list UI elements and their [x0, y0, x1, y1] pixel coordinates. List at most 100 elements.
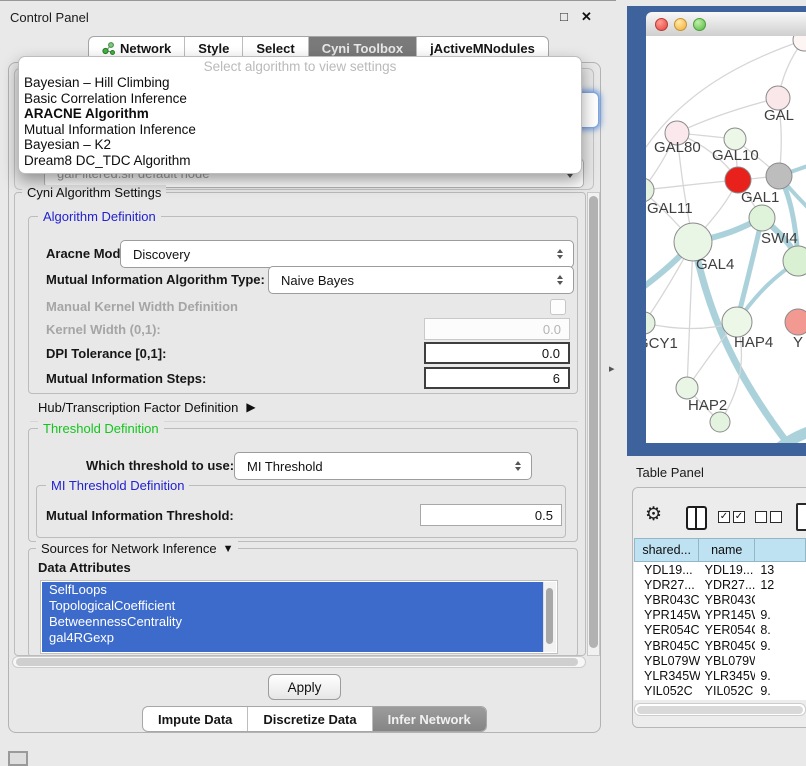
- node-label: GAL10: [712, 147, 759, 164]
- network-canvas[interactable]: GALGAL80GAL10GAL1GAL11GAL4SWI4GCY1HAP4YH…: [646, 36, 806, 443]
- table-row[interactable]: YIL052CYIL052C9.: [634, 684, 806, 699]
- network-node-y[interactable]: [785, 309, 806, 335]
- column-header[interactable]: name: [699, 538, 755, 562]
- network-window-titlebar[interactable]: [646, 12, 806, 37]
- table-row[interactable]: YDR27...YDR27...12: [634, 577, 806, 592]
- table-cell: YBR045C: [700, 639, 756, 653]
- column-header[interactable]: [755, 538, 806, 562]
- node-label: GAL11: [647, 200, 693, 217]
- attribute-item-topologicalcoefficient[interactable]: TopologicalCoefficient: [42, 598, 545, 614]
- network-node[interactable]: [793, 36, 806, 51]
- panel-collapse-icon[interactable]: ▸: [609, 362, 615, 375]
- algorithm-option-bayesian-hill-climbing[interactable]: Bayesian – Hill Climbing: [19, 75, 581, 91]
- scrollbar-thumb[interactable]: [16, 658, 578, 666]
- algorithm-option-basic-correlation-inference[interactable]: Basic Correlation Inference: [19, 91, 581, 107]
- table-horizontal-scrollbar[interactable]: [634, 703, 806, 716]
- zoom-traffic-light[interactable]: [693, 18, 706, 31]
- network-node-hap2[interactable]: [676, 377, 698, 399]
- table-row[interactable]: YBR045CYBR045C9.: [634, 638, 806, 653]
- unchecked-checkbox-icon[interactable]: [755, 511, 767, 523]
- manual-kernel-width-label: Manual Kernel Width Definition: [46, 297, 238, 315]
- network-node[interactable]: [710, 412, 730, 432]
- tab-discretize-data[interactable]: Discretize Data: [247, 707, 371, 731]
- hub-transcription-factor-section[interactable]: Hub/Transcription Factor Definition ▶: [38, 398, 256, 416]
- kernel-width-field[interactable]: 0.0: [424, 318, 570, 340]
- minimized-panel-icon[interactable]: [8, 751, 28, 766]
- table-cell: YBL079W: [634, 654, 700, 668]
- table-cell: YLR345W: [700, 669, 756, 683]
- close-icon[interactable]: ✕: [581, 9, 592, 25]
- mi-steps-label: Mutual Information Steps:: [46, 367, 206, 389]
- checked-checkbox-icon[interactable]: ✓: [733, 511, 745, 523]
- document-icon[interactable]: [796, 503, 806, 531]
- attribute-item-betweennesscentrality[interactable]: BetweennessCentrality: [42, 614, 545, 630]
- which-threshold-select[interactable]: MI Threshold: [234, 452, 532, 480]
- algorithm-option-dream8-dc-tdc-algorithm[interactable]: Dream8 DC_TDC Algorithm: [19, 153, 581, 169]
- table-cell: 9.: [755, 669, 806, 683]
- column-layout-icon[interactable]: [686, 506, 707, 530]
- network-node[interactable]: [766, 163, 792, 189]
- expand-right-icon[interactable]: ▶: [246, 400, 255, 414]
- mi-steps-field[interactable]: 6: [424, 367, 570, 389]
- kernel-width-label: Kernel Width (0,1):: [46, 318, 161, 340]
- checked-checkbox-icon[interactable]: ✓: [718, 511, 730, 523]
- tab-impute-data[interactable]: Impute Data: [143, 707, 247, 731]
- table-row[interactable]: YER054CYER054C8.: [634, 623, 806, 638]
- algorithm-option-mutual-information-inference[interactable]: Mutual Information Inference: [19, 122, 581, 138]
- network-node-gal1[interactable]: [749, 205, 775, 231]
- table-header-row: shared... name: [634, 538, 806, 562]
- attribute-item-selfloops[interactable]: SelfLoops: [42, 582, 545, 598]
- settings-horizontal-scrollbar[interactable]: [12, 656, 586, 668]
- network-graph: GALGAL80GAL10GAL1GAL11GAL4SWI4GCY1HAP4YH…: [646, 36, 806, 443]
- scrollbar-thumb[interactable]: [637, 706, 803, 714]
- dropdown-placeholder: Select algorithm to view settings: [19, 59, 581, 75]
- node-attribute-table[interactable]: shared... name YDL19...YDL19...13YDR27..…: [634, 538, 806, 700]
- scrollbar-thumb[interactable]: [589, 196, 598, 648]
- stepper-icon: [552, 275, 568, 285]
- column-header[interactable]: shared...: [634, 538, 699, 562]
- mi-threshold-field[interactable]: 0.5: [420, 504, 562, 526]
- gear-icon[interactable]: ⚙: [645, 503, 662, 526]
- table-cell: YIL052C: [700, 684, 756, 698]
- panel-title: Control Panel: [10, 10, 89, 25]
- aracne-mode-select[interactable]: Discovery: [120, 240, 574, 268]
- table-row[interactable]: YLR345WYLR345W9.: [634, 668, 806, 683]
- table-cell: YDR27...: [634, 578, 700, 592]
- algorithm-option-bayesian-k2[interactable]: Bayesian – K2: [19, 137, 581, 153]
- unchecked-checkbox-icon[interactable]: [770, 511, 782, 523]
- table-cell: YPR145W: [700, 608, 756, 622]
- table-row[interactable]: YDL19...YDL19...13: [634, 562, 806, 577]
- network-node-gal11[interactable]: [646, 178, 654, 202]
- stepper-icon: [510, 461, 526, 471]
- mi-algorithm-type-select[interactable]: Naive Bayes: [268, 266, 574, 294]
- scrollbar-thumb[interactable]: [546, 588, 553, 644]
- table-row[interactable]: YBR043CYBR043C: [634, 592, 806, 607]
- collapse-down-icon[interactable]: ▼: [223, 543, 234, 555]
- mi-threshold-label: Mutual Information Threshold:: [46, 504, 234, 526]
- settings-vertical-scrollbar[interactable]: [587, 192, 600, 656]
- network-node-gcy1[interactable]: [646, 312, 655, 334]
- close-traffic-light[interactable]: [655, 18, 668, 31]
- app-root: { "colors": { "desktop_blue": "#3e639c",…: [0, 0, 806, 762]
- table-cell: YBR045C: [634, 639, 700, 653]
- data-attributes-list[interactable]: SelfLoopsTopologicalCoefficientBetweenne…: [40, 580, 558, 654]
- table-row[interactable]: YBL079WYBL079W: [634, 653, 806, 668]
- dpi-tolerance-field[interactable]: 0.0: [424, 342, 570, 364]
- table-cell: YPR145W: [634, 608, 700, 622]
- manual-kernel-width-checkbox[interactable]: [550, 299, 566, 315]
- sources-title-text: Sources for Network Inference: [41, 541, 217, 556]
- minimize-traffic-light[interactable]: [674, 18, 687, 31]
- network-node-hap4[interactable]: [722, 307, 752, 337]
- sources-group-title[interactable]: Sources for Network Inference ▼: [36, 541, 238, 556]
- node-label: HAP2: [688, 397, 727, 414]
- table-cell: 9.: [755, 684, 806, 698]
- algorithm-option-aracne-algorithm[interactable]: ARACNE Algorithm: [19, 106, 581, 122]
- dropdown-item-list: Bayesian – Hill ClimbingBasic Correlatio…: [19, 75, 581, 169]
- attribute-item-gal4rgexp[interactable]: gal4RGexp: [42, 630, 545, 646]
- table-cell: 8.: [755, 623, 806, 637]
- float-window-icon[interactable]: □: [560, 9, 568, 24]
- table-row[interactable]: YPR145WYPR145W9.: [634, 608, 806, 623]
- list-scrollbar-track[interactable]: [543, 582, 556, 652]
- apply-button[interactable]: Apply: [268, 674, 341, 700]
- tab-infer-network[interactable]: Infer Network: [372, 707, 486, 731]
